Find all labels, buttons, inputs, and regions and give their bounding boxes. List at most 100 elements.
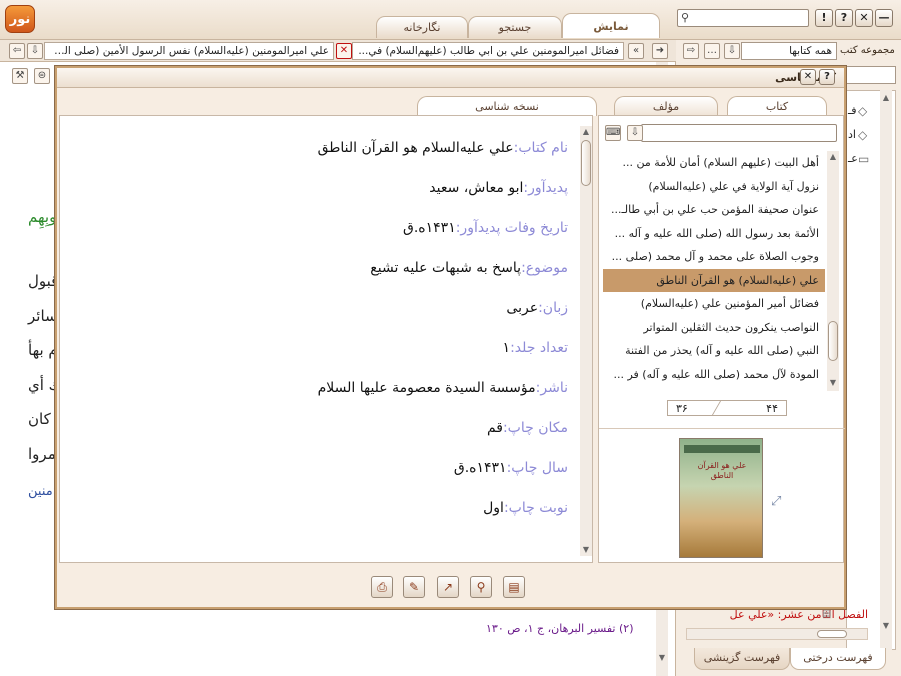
collection-label: مجموعه كتب [840, 45, 895, 56]
details-scroll-thumb[interactable] [581, 140, 591, 186]
arrow-right-icon[interactable]: ⇨ [683, 43, 699, 59]
print-button[interactable]: ⎙ [371, 576, 393, 598]
pager-divider [711, 400, 722, 416]
tab-author[interactable]: مؤلف [614, 96, 718, 116]
detail-label: تعداد جلد: [510, 340, 568, 356]
find-button[interactable]: ⚲ [470, 576, 492, 598]
close-icon: ✕ [859, 11, 869, 24]
keyboard-icon[interactable]: ⌨ [605, 125, 621, 141]
detail-label: مكان چاپ: [502, 420, 568, 436]
edit-button[interactable]: ✎ [403, 576, 425, 598]
tree-item-2[interactable]: اد [848, 128, 856, 141]
more-icon[interactable]: … [704, 43, 720, 59]
book-list-item[interactable]: النواصب ينكرون حديث الثقلين المتواتر [603, 316, 825, 340]
cover-header-band [684, 445, 760, 453]
right-panel-input[interactable] [846, 66, 896, 84]
details-scrollbar[interactable]: ▲ ▼ [580, 126, 592, 556]
tab-edition[interactable]: نسخه شناسی [417, 96, 597, 116]
tab-book[interactable]: كتاب [727, 96, 827, 116]
tab-search[interactable]: جستجو [468, 16, 562, 38]
notes-button[interactable]: ▤ [503, 576, 525, 598]
footnote: (۲) تفسیر البرهان، ج ۱، ص ۱۳۰ [486, 622, 634, 635]
sort-down-icon[interactable]: ⇩ [627, 125, 643, 141]
book-cover[interactable]: علي هو القرآن الناطق [679, 438, 763, 558]
pager-total: ۴۴ [766, 402, 778, 415]
close-button[interactable]: ✕ [855, 9, 873, 27]
tree-item-1[interactable]: فـ [848, 104, 856, 117]
info-button[interactable]: ! [815, 9, 833, 27]
doc-tab-2[interactable]: علي اميرالمومنين (عليه‌السلام) نفس الرسو… [44, 42, 334, 60]
book-list-item[interactable]: نزول آية الولاية في علي (عليه‌السلام) [603, 175, 825, 199]
book-list-item[interactable]: المودة لآل محمد (صلى الله عليه و آله) فر… [603, 363, 825, 387]
detail-value: عربی [506, 300, 539, 316]
detail-label: ناشر: [535, 380, 568, 396]
arrow-down-icon[interactable]: ⇩ [27, 43, 43, 59]
detail-place: مكان چاپ:قم [487, 420, 568, 436]
divider [599, 428, 845, 429]
tab-author-label: مؤلف [652, 100, 680, 113]
arrow-right-icon[interactable]: ➜ [652, 43, 668, 59]
tab-gallery[interactable]: نگارخانه [376, 16, 468, 38]
h-scrollbar[interactable] [686, 628, 868, 640]
book-list-item[interactable]: النبي (صلى الله عليه و آله) يحذر من الفت… [603, 339, 825, 363]
tree-item-icon: ▤ [822, 609, 832, 620]
tree-scrollbar[interactable]: ▲ ▼ [880, 90, 892, 650]
expand-icon[interactable]: ⤢ [771, 494, 781, 509]
detail-publisher: ناشر:مؤسسة السيدة معصومة عليها السلام [318, 380, 568, 396]
export-button[interactable]: ↗ [437, 576, 459, 598]
global-search-input[interactable]: ⚲ [677, 9, 809, 27]
help-button[interactable]: ? [835, 9, 853, 27]
close-tab-icon[interactable]: ✕ [336, 43, 352, 59]
double-chevron-left-icon[interactable]: « [628, 43, 644, 59]
detail-edition: نوبت چاپ:اول [483, 500, 568, 516]
scroll-up-arrow[interactable]: ▲ [580, 126, 592, 138]
app-logo[interactable]: نور [5, 5, 35, 33]
h-scroll-thumb[interactable] [817, 630, 847, 638]
tab-view[interactable]: نمایش [562, 13, 660, 38]
scroll-down-arrow[interactable]: ▼ [580, 544, 592, 556]
scroll-down-arrow[interactable]: ▼ [880, 620, 892, 632]
detail-author: پديدآور:ابو معاش، سعيد [429, 180, 568, 196]
export-icon: ↗ [442, 580, 454, 594]
magnifier-icon: ⚲ [476, 580, 486, 594]
book-list-scrollbar[interactable]: ▲ ▼ [827, 151, 839, 391]
book-list-panel: ⇩ ⌨ أهل البيت (عليهم السلام) أمان للأمة … [598, 115, 845, 563]
content-line-1: قبول [28, 272, 59, 290]
scroll-up-arrow[interactable]: ▲ [880, 92, 892, 104]
arrow-left-icon[interactable]: ⇦ [9, 43, 25, 59]
book-list-item[interactable]: الأئمة بعد رسول الله (صلى الله عليه و آل… [603, 222, 825, 246]
book-tree-icon: ◇ [858, 128, 868, 142]
tree-item-3[interactable]: عـ [848, 152, 858, 165]
scroll-down-arrow[interactable]: ▼ [656, 652, 668, 664]
tree-item-selected[interactable]: الفصل الثامن عشر: «علي عل [686, 608, 868, 621]
scroll-up-arrow[interactable]: ▲ [827, 151, 839, 163]
bottom-tab-selective[interactable]: فهرست گزینشی [694, 648, 790, 670]
toggle-view-icon[interactable]: ⊜ [34, 68, 50, 84]
book-list-item[interactable]: عنوان صحيفة المؤمن حب علي بن أبي طالـ... [603, 198, 825, 222]
book-list-item[interactable]: فضائل أمير المؤمنين علي (عليه‌السلام) [603, 292, 825, 316]
detail-label: پديدآور: [523, 180, 568, 196]
pencil-icon: ✎ [408, 580, 420, 594]
scroll-down-arrow[interactable]: ▼ [827, 377, 839, 389]
book-list-scroll-thumb[interactable] [828, 321, 838, 361]
book-list-item[interactable]: أهل البيت (عليهم السلام) أمان للأمة من .… [603, 151, 825, 175]
doc-tab-1[interactable]: فضائل اميرالمومنين علي بن ابي طالب (عليه… [352, 42, 624, 60]
down-arrow-icon[interactable]: ⇩ [724, 43, 740, 59]
tab-search-label: جستجو [498, 21, 532, 34]
book-list-item[interactable]: وجوب الصلاة على محمد و آل محمد (صلى ... [603, 245, 825, 269]
detail-label: موضوع: [521, 260, 568, 276]
pager-current[interactable]: ۳۶ [676, 402, 688, 415]
dialog-help-button[interactable]: ? [819, 69, 835, 85]
dialog-close-button[interactable]: ✕ [800, 69, 816, 85]
wrench-icon[interactable]: ⚒ [12, 68, 28, 84]
collection-select[interactable]: همه كتابها [741, 42, 837, 60]
detail-subject: موضوع:پاسخ به شبهات عليه تشيع [370, 260, 568, 276]
minimize-button[interactable]: — [875, 9, 893, 27]
bottom-tab-tree[interactable]: فهرست درختی [790, 648, 886, 670]
note-icon: ▤ [508, 580, 520, 594]
detail-label: نام كتاب: [513, 140, 568, 156]
book-filter-input[interactable] [641, 124, 837, 142]
help-icon: ? [824, 71, 830, 82]
book-list-item-selected[interactable]: علي (عليه‌السلام) هو القرآن الناطق [603, 268, 825, 292]
tab-view-label: نمایش [593, 20, 629, 33]
